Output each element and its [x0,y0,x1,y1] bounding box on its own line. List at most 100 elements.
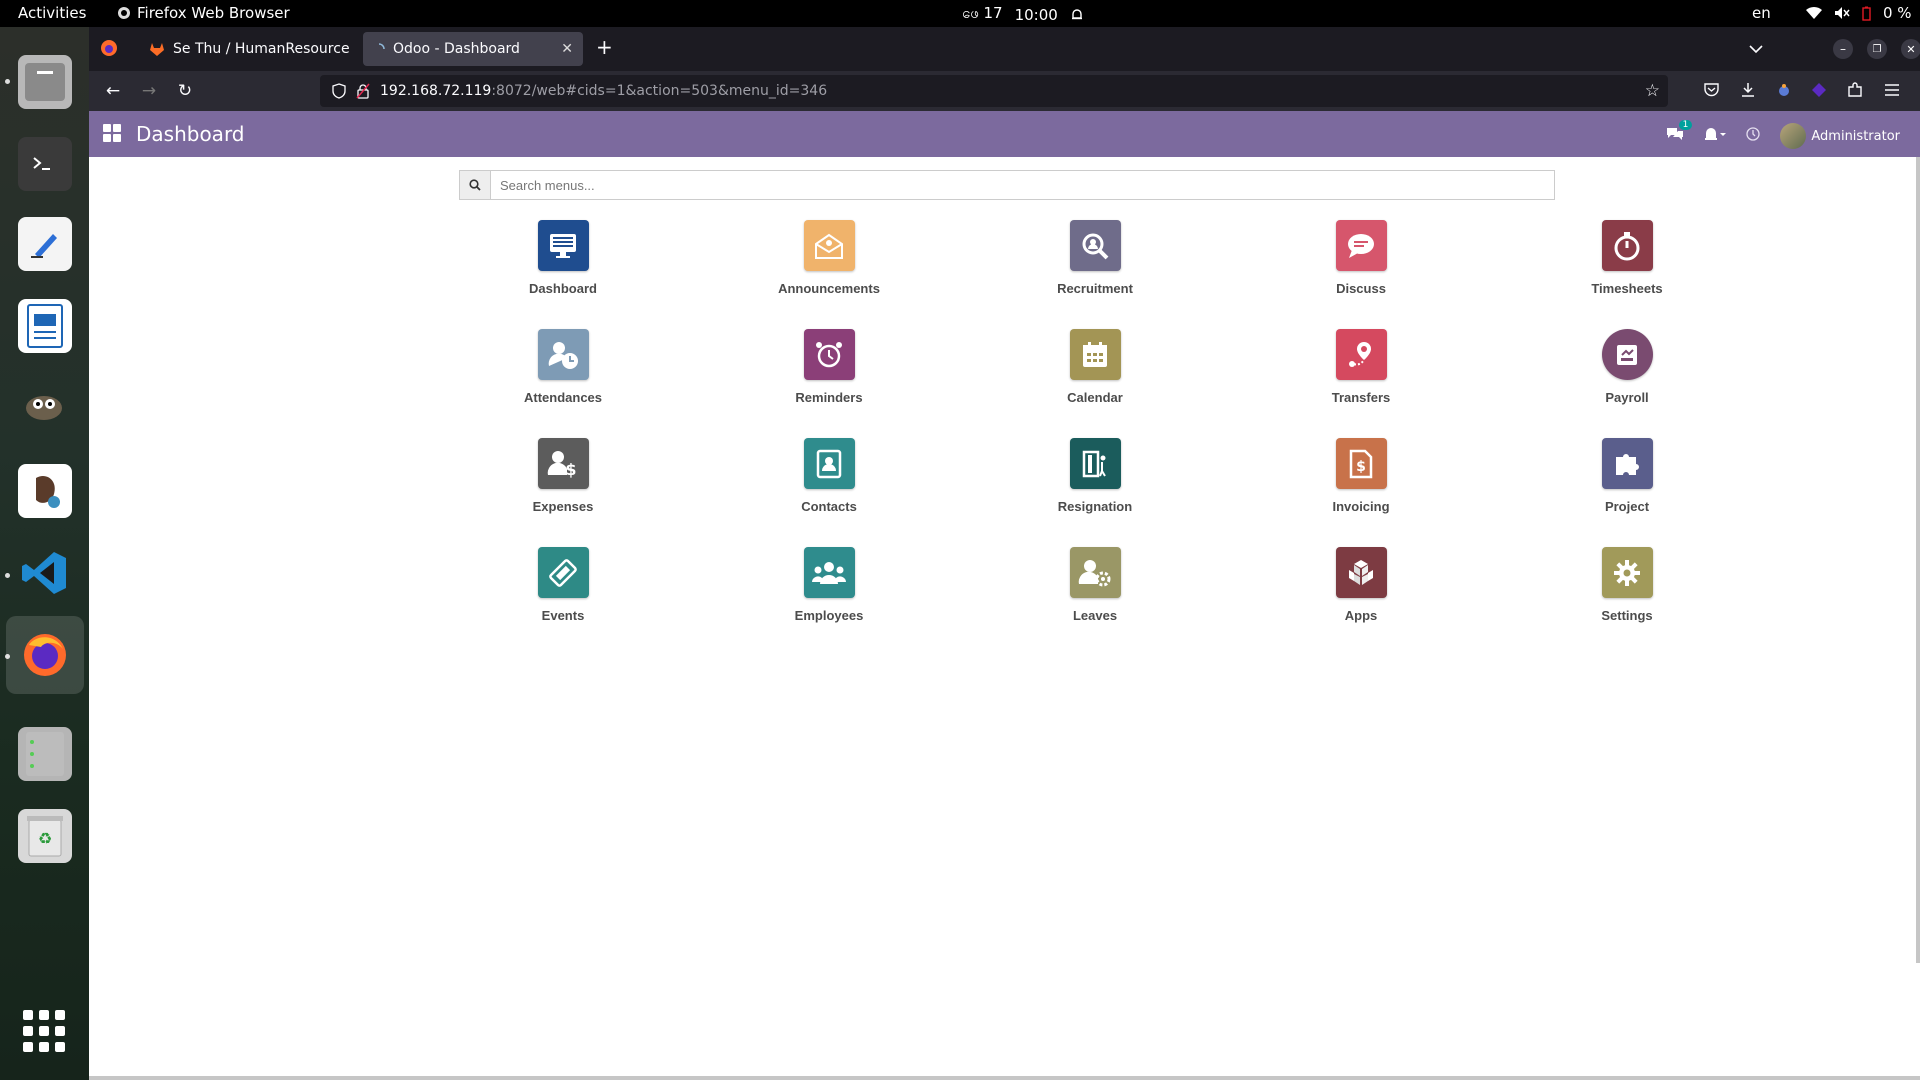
app-contacts[interactable]: Contacts [696,438,962,525]
restore-button[interactable]: ❐ [1867,39,1887,59]
pocket-icon[interactable] [1703,82,1720,102]
back-button[interactable]: ← [102,80,124,102]
firefox-view-button[interactable] [100,39,118,61]
menu-search [459,170,1555,200]
app-label: Invoicing [1332,499,1390,514]
show-applications-button[interactable] [23,1010,65,1052]
tab-bar: Se Thu / HumanResource ✕ Odoo - Dashboar… [89,27,1920,71]
tab-title: Odoo - Dashboard [393,41,520,57]
firefox-icon[interactable] [6,616,84,694]
insecure-lock-icon [356,83,370,99]
search-menus-input[interactable] [491,171,1554,199]
odoo-page: Dashboard 1 Administrator Search menus..… [89,111,1920,1080]
app-label: Reminders [795,390,863,405]
app-resignation[interactable]: Resignation [962,438,1228,525]
alarm-icon [803,329,855,380]
svg-text:♻: ♻ [38,829,52,848]
calendar-icon [1069,329,1121,380]
app-reminders[interactable]: Reminders [696,329,962,416]
running-indicator [5,79,10,84]
extensions-puzzle-icon[interactable] [1847,82,1863,102]
app-leaves[interactable]: Leaves [962,547,1228,634]
app-menu[interactable]: Firefox Web Browser [117,4,290,22]
downloads-icon[interactable] [1740,82,1756,102]
vertical-scrollbar[interactable] [1916,157,1920,963]
tracking-shield-icon [332,83,346,99]
stopwatch-icon [1601,220,1653,271]
app-apps[interactable]: Apps [1228,547,1494,634]
ticket-icon [537,547,589,598]
map-pin-icon [1335,329,1387,380]
app-recruitment[interactable]: Recruitment [962,220,1228,307]
app-transfers[interactable]: Transfers [1228,329,1494,416]
app-timesheets[interactable]: Timesheets [1494,220,1760,307]
app-attendances[interactable]: Attendances [430,329,696,416]
app-dashboard[interactable]: Dashboard [430,220,696,307]
activity-clock-icon[interactable] [1746,127,1761,145]
user-name: Administrator [1811,128,1900,144]
extension-icon[interactable] [1776,82,1792,102]
vscode-icon[interactable] [18,546,72,600]
minimize-button[interactable]: – [1833,39,1853,59]
system-tray[interactable]: 0 % [1806,4,1912,22]
app-employees[interactable]: Employees [696,547,962,634]
clock-date: ဖေ 17 [962,4,1003,22]
running-indicator [5,573,10,578]
app-settings[interactable]: Settings [1494,547,1760,634]
text-editor-icon[interactable] [18,217,72,271]
avatar [1780,123,1807,149]
svg-text:$: $ [565,460,576,479]
app-project[interactable]: Project [1494,438,1760,525]
notifications-bell-icon[interactable] [1704,127,1727,145]
bookmark-star-icon[interactable]: ☆ [1645,81,1660,101]
payroll-icon [1601,329,1653,380]
extension-icon[interactable] [1811,82,1827,102]
page-title: Dashboard [136,122,245,146]
gimp-icon[interactable] [18,381,72,435]
clock[interactable]: ဖေ 17 10:00 [962,4,1084,26]
close-tab-icon[interactable]: ✕ [561,41,573,57]
app-label: Contacts [801,499,857,514]
clock-time: 10:00 [1014,6,1058,24]
app-label: Timesheets [1591,281,1663,296]
app-calendar[interactable]: Calendar [962,329,1228,416]
battery-percent: 0 % [1883,4,1912,22]
list-all-tabs-button[interactable] [1749,39,1763,58]
firefox-small-icon [118,7,130,19]
writer-icon[interactable] [18,299,72,353]
terminal-icon[interactable] [18,137,72,191]
url-text: 192.168.72.119:8072/web#cids=1&action=50… [380,83,827,99]
trash-icon[interactable]: ♻ [18,809,72,863]
systray: 1 Administrator [1666,120,1900,149]
close-window-button[interactable]: ✕ [1901,39,1920,59]
activities-button[interactable]: Activities [18,4,86,22]
dock: ♻ [0,27,89,1080]
app-discuss[interactable]: Discuss [1228,220,1494,307]
users-icon [803,547,855,598]
dbeaver-icon[interactable] [18,464,72,518]
app-events[interactable]: Events [430,547,696,634]
user-menu[interactable]: Administrator [1780,123,1900,149]
url-path: :8072/web#cids=1&action=503&menu_id=346 [491,83,828,99]
search-icon [460,171,491,199]
horizontal-scrollbar[interactable] [89,1076,1920,1080]
new-tab-button[interactable]: + [596,35,613,59]
app-label: Project [1604,499,1650,514]
app-announcements[interactable]: Announcements [696,220,962,307]
menu-hamburger-icon[interactable] [1884,82,1900,101]
messages-icon[interactable]: 1 [1666,120,1693,146]
app-menu-grid-icon[interactable] [103,124,121,142]
tab-odoo-dashboard[interactable]: Odoo - Dashboard ✕ [363,32,583,66]
storage-icon[interactable] [18,727,72,781]
odoo-navbar: Dashboard 1 Administrator [89,111,1920,157]
app-invoicing[interactable]: $ Invoicing [1228,438,1494,525]
app-label: Settings [1601,608,1653,623]
app-payroll[interactable]: Payroll [1494,329,1760,416]
app-expenses[interactable]: $ Expenses [430,438,696,525]
reload-button[interactable]: ↻ [174,80,196,102]
language-indicator[interactable]: en [1752,4,1771,22]
files-icon[interactable] [18,55,72,109]
loading-icon [378,43,385,50]
url-bar[interactable]: 192.168.72.119:8072/web#cids=1&action=50… [320,75,1668,107]
forward-button[interactable]: → [138,80,160,102]
